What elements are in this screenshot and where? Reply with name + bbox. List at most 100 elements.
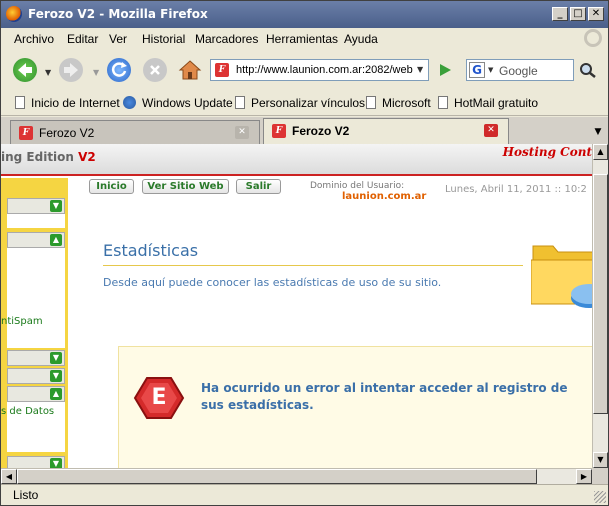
bookmark-personalizar[interactable]: Personalizar vínculos [235,96,365,110]
home-icon [178,60,202,80]
page-description: Desde aquí puede conocer las estadística… [103,276,442,289]
collapse-up-icon[interactable]: ▼ [50,370,62,382]
menu-marcadores[interactable]: Marcadores [195,32,258,46]
globe-icon [123,96,136,109]
edition-label: ing Edition V2 [1,150,96,164]
search-button[interactable] [578,61,598,79]
page-icon [438,96,448,109]
search-icon [580,63,596,78]
edition-version: V2 [78,150,96,164]
sidebar-section-header[interactable]: ▼ [7,368,65,384]
stop-button[interactable] [143,58,167,82]
sidebar-section-header[interactable]: ▲ [7,386,65,402]
sidebar-section-header[interactable]: ▼ [7,350,65,366]
bookmark-label: Windows Update [142,96,233,110]
home-button[interactable] [178,58,202,82]
tab-ferozo-1[interactable]: F Ferozo V2 ✕ [10,120,260,144]
ver-sitio-web-button[interactable]: Ver Sitio Web [142,179,229,194]
tab-bar: F Ferozo V2 ✕ F Ferozo V2 ✕ ▼ [1,117,608,144]
scroll-right-icon[interactable]: ▶ [576,469,592,484]
engine-dropdown-icon[interactable]: ▼ [488,66,493,74]
sidebar-spacer [7,214,65,228]
vertical-scrollbar[interactable]: ▲ ▼ [592,144,608,468]
forward-button[interactable] [59,58,83,82]
window-title: Ferozo V2 - Mozilla Firefox [28,7,208,21]
sidebar-link-bases-de-datos[interactable]: s de Datos [1,406,54,417]
bookmark-microsoft[interactable]: Microsoft [366,96,431,110]
back-dropdown-icon[interactable]: ▼ [45,68,51,77]
bookmark-hotmail[interactable]: HotMail gratuito [438,96,538,110]
go-button[interactable] [437,61,453,79]
sidebar-section-header[interactable]: ▲ [7,232,65,248]
menu-archivo[interactable]: Archivo [14,32,54,46]
bookmark-label: Inicio de Internet [31,96,120,110]
domain-label: Dominio del Usuario: [310,181,405,191]
inicio-button[interactable]: Inicio [89,179,134,194]
resize-grip-icon[interactable] [594,491,606,503]
url-bar[interactable]: F http://www.launion.com.ar:2082/web [210,59,429,81]
page-icon [235,96,245,109]
expand-down-icon[interactable]: ▼ [50,352,62,364]
hosting-control-label: Hosting Cont [502,145,592,159]
horizontal-scrollbar[interactable]: ◀ ▶ [1,468,592,484]
search-box[interactable]: G ▼ Google [466,59,574,81]
sidebar-panel [7,248,65,348]
search-placeholder: Google [499,64,538,78]
tab-ferozo-2[interactable]: F Ferozo V2 ✕ [263,118,509,144]
bookmark-label: HotMail gratuito [454,96,539,110]
vertical-scroll-thumb[interactable] [593,174,608,414]
status-bar: Listo [1,484,608,505]
back-button[interactable] [13,58,37,82]
url-text: http://www.launion.com.ar:2082/web [236,64,413,76]
go-arrow-icon [440,64,451,76]
tab-close-icon[interactable]: ✕ [484,124,498,137]
sidebar-section-header[interactable]: ▼ [7,456,65,468]
collapse-up-icon[interactable]: ▲ [50,234,62,246]
page-title: Estadísticas [103,241,199,260]
expand-down-icon[interactable]: ▼ [50,200,62,212]
back-arrow-icon [18,63,32,77]
bookmark-windows-update[interactable]: Windows Update [123,96,233,110]
url-dropdown-icon[interactable]: ▼ [417,65,423,74]
reload-icon [111,62,127,77]
minimize-button[interactable]: _ [552,7,568,21]
bookmark-inicio[interactable]: Inicio de Internet [15,96,120,110]
tab-close-icon[interactable]: ✕ [235,126,249,139]
menu-historial[interactable]: Historial [142,32,185,46]
menu-ayuda[interactable]: Ayuda [344,32,378,46]
scroll-up-icon[interactable]: ▲ [593,144,608,160]
forward-dropdown-icon[interactable]: ▼ [93,68,99,77]
folder-chart-icon [531,245,592,308]
menu-herramientas[interactable]: Herramientas [266,32,338,46]
scroll-down-icon[interactable]: ▼ [593,452,608,468]
salir-button[interactable]: Salir [236,179,281,194]
page-icon [15,96,25,109]
maximize-button[interactable]: □ [570,7,586,21]
collapse-up-icon[interactable]: ▲ [50,388,62,400]
sidebar-section-header[interactable]: ▼ [7,198,65,214]
reload-button[interactable] [107,58,131,82]
browser-window: Ferozo V2 - Mozilla Firefox _ □ ✕ Archiv… [0,0,609,506]
bookmarks-toolbar: Inicio de Internet Windows Update Person… [1,90,608,116]
page-icon [366,96,376,109]
google-engine-icon[interactable]: G [469,62,485,78]
expand-down-icon[interactable]: ▼ [50,458,62,468]
sidebar-link-antispam[interactable]: ntiSpam [1,316,43,327]
scroll-left-icon[interactable]: ◀ [1,469,17,484]
page-header: ing Edition V2 Hosting Cont [1,144,592,176]
bookmark-label: Microsoft [382,96,431,110]
sidebar: ▼ ▲ ntiSpam ▼ ▼ ▲ s de Datos ▼ [1,178,68,468]
tab-list-button[interactable]: ▼ [590,123,606,141]
bookmark-label: Personalizar vínculos [251,96,366,110]
tab-favicon-icon: F [19,126,33,140]
menu-ver[interactable]: Ver [109,32,127,46]
menu-editar[interactable]: Editar [67,32,98,46]
throbber-icon [584,29,602,47]
domain-value: launion.com.ar [342,191,427,202]
close-button[interactable]: ✕ [588,7,604,21]
error-letter: E [151,385,167,410]
error-message: Ha ocurrido un error al intentar acceder… [201,381,568,412]
horizontal-scroll-thumb[interactable] [17,469,537,484]
menu-bar: Archivo Editar Ver Historial Marcadores … [1,28,608,50]
site-favicon-icon: F [215,63,229,77]
